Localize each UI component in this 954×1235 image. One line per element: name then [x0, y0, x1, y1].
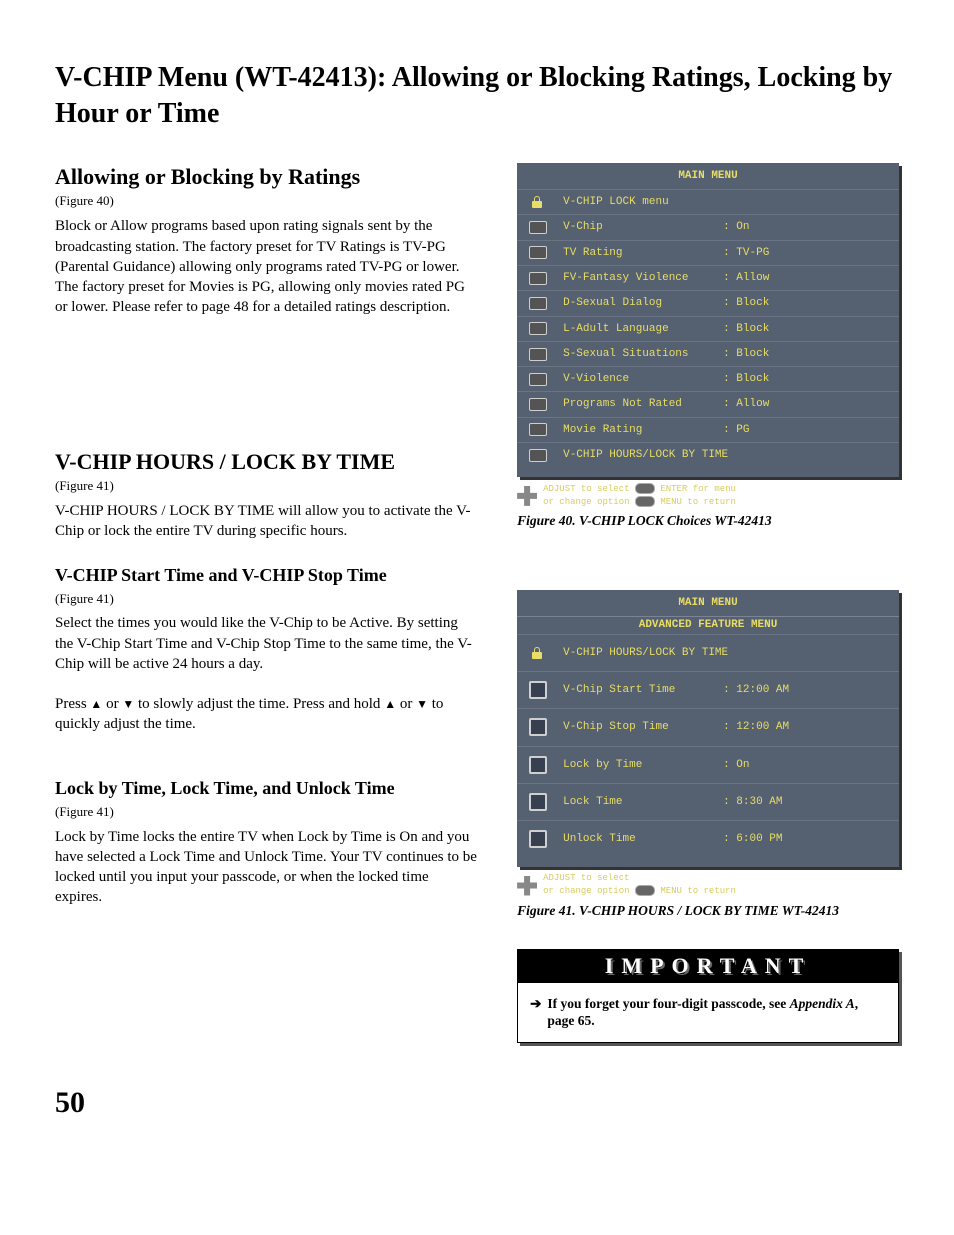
- important-header: IMPORTANT: [518, 950, 898, 983]
- figure-note: (Figure 41): [55, 804, 477, 821]
- tv-icon: [529, 795, 547, 809]
- tv-icon: [529, 322, 547, 336]
- tv-icon: [529, 423, 547, 437]
- lock-icon: [529, 195, 547, 209]
- menu-hints: ADJUST to select ENTER for menu or chang…: [517, 483, 899, 508]
- menu-row: V-Chip Start Time: 12:00 AM: [517, 671, 899, 708]
- important-body: If you forget your four-digit passcode, …: [518, 983, 898, 1042]
- tv-icon: [529, 683, 547, 697]
- tv-icon: [529, 372, 547, 386]
- tv-icon: [529, 448, 547, 462]
- menu-header: MAIN MENU: [517, 594, 899, 612]
- menu-header: MAIN MENU: [517, 167, 899, 185]
- menu-hints: ADJUST to select or change option MENU t…: [517, 873, 899, 897]
- right-column: MAIN MENU V-CHIP LOCK menu V-Chip: On TV…: [517, 163, 899, 1043]
- dpad-icon: [517, 486, 537, 506]
- menu-title-row: V-CHIP HOURS/LOCK BY TIME: [517, 634, 899, 671]
- tv-icon: [529, 221, 547, 235]
- menu-title-row: V-CHIP LOCK menu: [517, 189, 899, 214]
- arrow-right-icon: [530, 995, 541, 1013]
- tv-icon: [529, 347, 547, 361]
- tv-icon: [529, 832, 547, 846]
- menu-row: Lock by Time: On: [517, 746, 899, 783]
- heading-lock-by-time: Lock by Time, Lock Time, and Unlock Time: [55, 775, 477, 802]
- paragraph: Select the times you would like the V-Ch…: [55, 613, 477, 674]
- menu-row: Unlock Time: 6:00 PM: [517, 820, 899, 857]
- tv-icon: [529, 246, 547, 260]
- menu-row: V-Violence: Block: [517, 366, 899, 391]
- heading-allowing-blocking: Allowing or Blocking by Ratings: [55, 163, 477, 192]
- menu-row: S-Sexual Situations: Block: [517, 341, 899, 366]
- paragraph: Lock by Time locks the entire TV when Lo…: [55, 827, 477, 908]
- up-triangle-icon: ▲: [90, 697, 102, 711]
- menu-row: V-Chip: On: [517, 214, 899, 239]
- figure-note: (Figure 41): [55, 478, 477, 495]
- vchip-hours-menu-figure: MAIN MENU ADVANCED FEATURE MENU V-CHIP H…: [517, 590, 899, 867]
- button-pill-icon: [635, 483, 655, 494]
- down-triangle-icon: ▼: [416, 697, 428, 711]
- button-pill-icon: [635, 496, 655, 507]
- tv-icon: [529, 720, 547, 734]
- paragraph: Press ▲ or ▼ to slowly adjust the time. …: [55, 694, 477, 735]
- important-box: IMPORTANT If you forget your four-digit …: [517, 949, 899, 1043]
- button-pill-icon: [635, 885, 655, 896]
- figure-note: (Figure 41): [55, 591, 477, 608]
- menu-row: TV Rating: TV-PG: [517, 240, 899, 265]
- page-number: 50: [55, 1083, 899, 1122]
- figure-caption: Figure 40. V-CHIP LOCK Choices WT-42413: [517, 512, 899, 530]
- menu-row: V-CHIP HOURS/LOCK BY TIME: [517, 442, 899, 467]
- tv-icon: [529, 758, 547, 772]
- left-column: Allowing or Blocking by Ratings (Figure …: [55, 163, 477, 1043]
- menu-row: L-Adult Language: Block: [517, 316, 899, 341]
- tv-icon: [529, 398, 547, 412]
- heading-vchip-hours: V-CHIP HOURS / LOCK BY TIME: [55, 448, 477, 477]
- menu-row: D-Sexual Dialog: Block: [517, 290, 899, 315]
- vchip-lock-menu-figure: MAIN MENU V-CHIP LOCK menu V-Chip: On TV…: [517, 163, 899, 478]
- page-title: V-CHIP Menu (WT-42413): Allowing or Bloc…: [55, 60, 899, 133]
- lock-icon: [529, 646, 547, 660]
- down-triangle-icon: ▼: [122, 697, 134, 711]
- figure-caption: Figure 41. V-CHIP HOURS / LOCK BY TIME W…: [517, 902, 899, 920]
- menu-row: V-Chip Stop Time: 12:00 AM: [517, 708, 899, 745]
- paragraph: V-CHIP HOURS / LOCK BY TIME will allow y…: [55, 501, 477, 542]
- menu-row: Programs Not Rated: Allow: [517, 391, 899, 416]
- menu-subheader: ADVANCED FEATURE MENU: [517, 616, 899, 633]
- tv-icon: [529, 296, 547, 310]
- tv-icon: [529, 271, 547, 285]
- menu-row: FV-Fantasy Violence: Allow: [517, 265, 899, 290]
- menu-row: Lock Time: 8:30 AM: [517, 783, 899, 820]
- figure-note: (Figure 40): [55, 193, 477, 210]
- dpad-icon: [517, 876, 537, 896]
- heading-start-stop-time: V-CHIP Start Time and V-CHIP Stop Time: [55, 562, 477, 589]
- paragraph: Block or Allow programs based upon ratin…: [55, 216, 477, 317]
- menu-row: Movie Rating: PG: [517, 417, 899, 442]
- up-triangle-icon: ▲: [384, 697, 396, 711]
